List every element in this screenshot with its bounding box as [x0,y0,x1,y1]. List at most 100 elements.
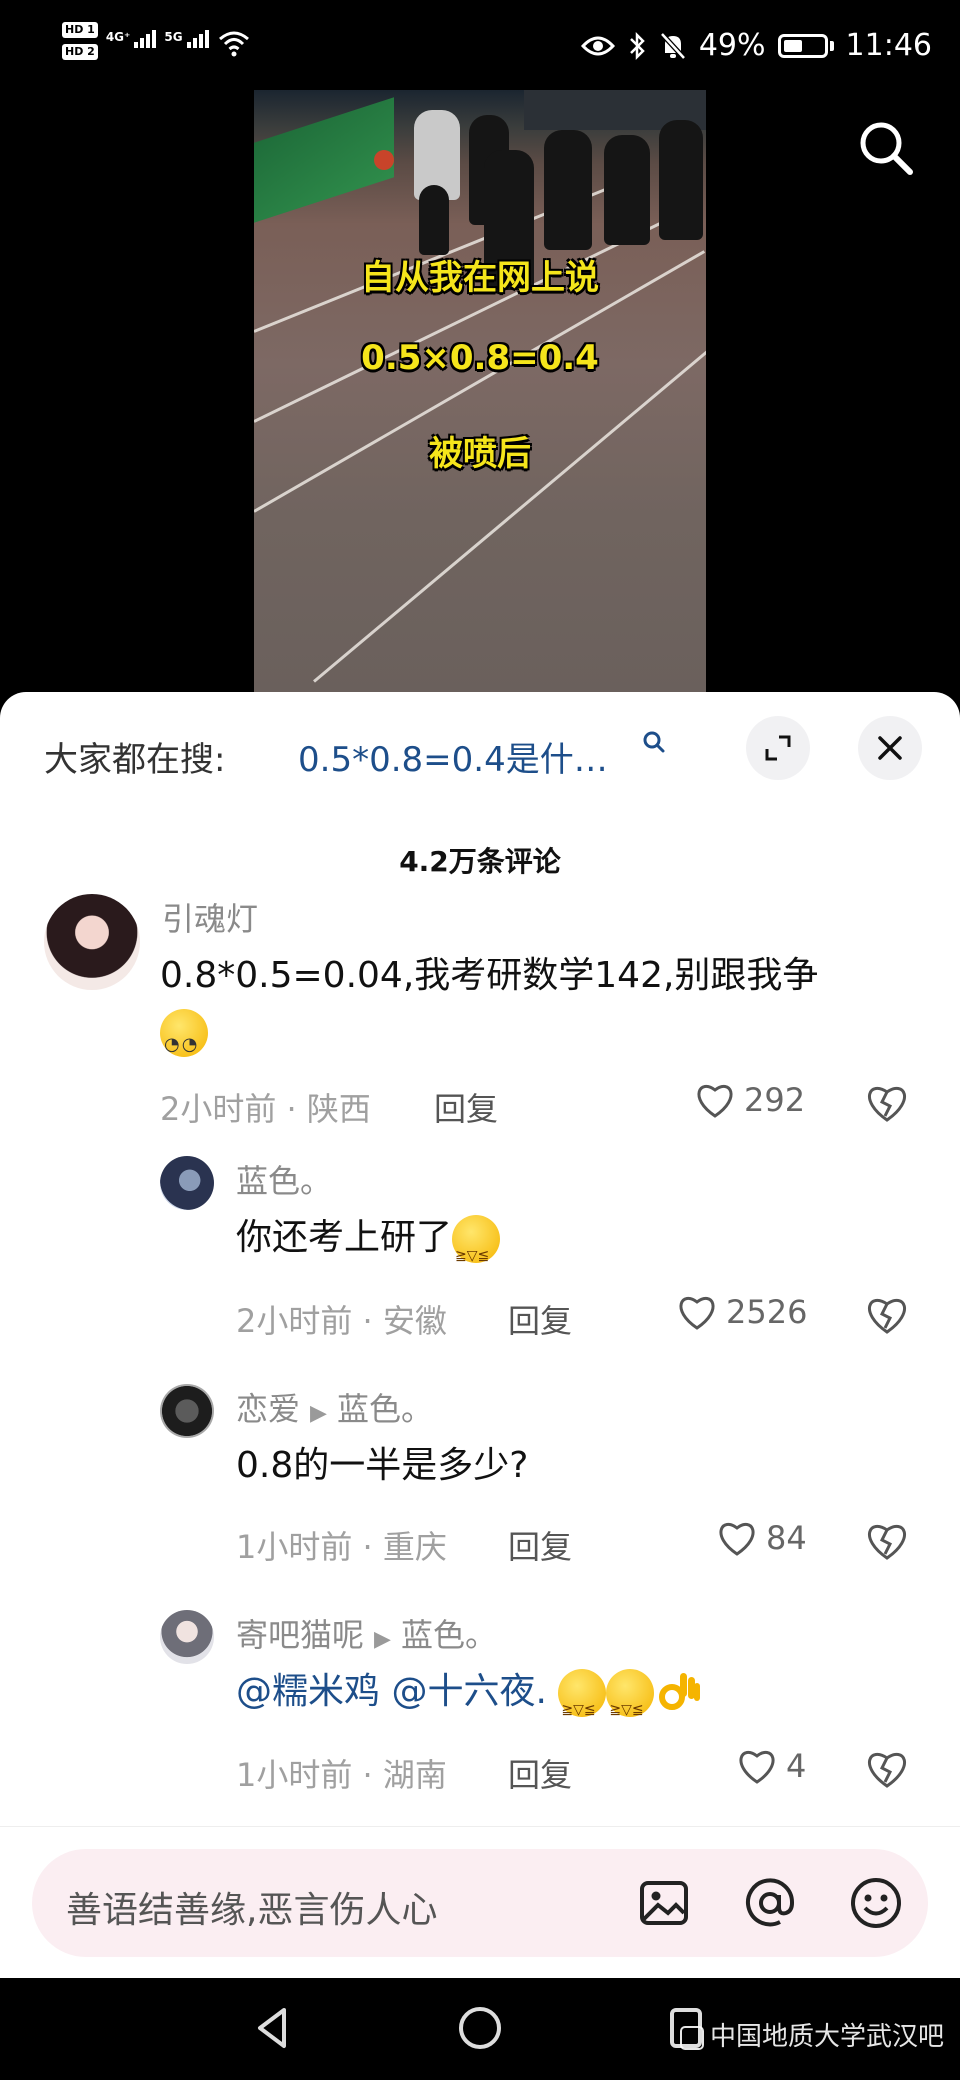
eye-icon [580,36,615,55]
search-suggest-query[interactable]: 0.5*0.8=0.4是什… [298,732,608,781]
watermark-text: 中国地质大学武汉吧 [709,2022,944,2052]
video-caption-2: 0.5×0.8=0.4 [361,338,599,378]
video-frame[interactable]: 自从我在网上说 0.5×0.8=0.4 被喷后 [254,90,706,700]
heart-icon [679,1296,715,1330]
battery-percent: 49% [698,28,766,63]
comment-text: @糯米鸡 @十六夜. [236,1664,916,1738]
comment-text-content: 你还考上研了 [236,1217,453,1258]
reply-arrow-icon: ▶ [310,1401,327,1426]
avatar[interactable] [160,1384,214,1438]
author-name: 寄吧猫呢 [236,1616,365,1654]
like-button[interactable]: 292 [694,1080,805,1120]
comment-author[interactable]: 引魂灯 [162,894,258,940]
heart-icon [697,1084,733,1118]
network-type-1: 4G⁺ [105,30,131,44]
football-field [254,97,394,223]
back-icon[interactable] [246,2000,302,2056]
laugh-cry-emoji-icon [558,1669,607,1738]
reply-to-name: 蓝色。 [400,1616,497,1654]
video-caption-3: 被喷后 [429,434,531,474]
comment-meta: 1小时前 · 湖南 [236,1756,447,1794]
close-icon [878,736,902,760]
comment-meta: 1小时前 · 重庆 [236,1528,447,1566]
like-count: 84 [766,1519,807,1557]
close-button[interactable] [858,716,922,780]
reply-button[interactable]: 回复 [508,1750,572,1796]
reply-button[interactable]: 回复 [508,1522,572,1568]
runner [544,130,592,250]
comment-input[interactable]: 善语结善缘,恶言伤人心 [32,1849,928,1957]
reply-arrow-icon: ▶ [374,1627,391,1652]
search-suggest-label: 大家都在搜: [44,740,226,780]
status-icons: 49% 11:46 [580,28,932,63]
laugh-cry-emoji-icon [606,1669,655,1738]
battery-icon [777,33,828,58]
avatar[interactable] [44,894,140,990]
author-name: 恋爱 [236,1390,301,1428]
comment-author[interactable]: 寄吧猫呢 ▶ 蓝色。 [236,1610,497,1656]
signal-indicators: HD 1 HD 2 4G⁺ 5G [62,22,251,60]
smile-emoji-icon [160,1009,208,1073]
comment-author[interactable]: 恋爱 ▶ 蓝色。 [236,1384,433,1430]
expand-icon [765,735,791,761]
comment-mentions[interactable]: @糯米鸡 @十六夜. [236,1671,547,1712]
like-button[interactable]: 2526 [676,1292,807,1332]
like-count: 292 [744,1081,806,1119]
heart-icon [719,1522,755,1556]
signal-1-icon: 4G⁺ [106,30,157,48]
comment-text: 你还考上研了 [236,1210,916,1284]
comment-text-content: 0.8*0.5=0.04,我考研数学142,别跟我争 [160,955,819,996]
runner [659,120,703,240]
status-bar: HD 1 HD 2 4G⁺ 5G 49% 11:46 [0,0,960,90]
search-icon[interactable] [856,118,916,178]
runner [419,185,449,255]
hd2-badge: HD 2 [62,44,98,60]
expand-button[interactable] [746,716,810,780]
broken-heart-icon[interactable] [864,1520,910,1562]
broken-heart-icon[interactable] [864,1082,910,1124]
like-count: 4 [786,1747,807,1785]
watermark: 中国地质大学武汉吧 [679,2016,944,2053]
search-suggest-icon[interactable] [640,728,668,756]
heart-icon [739,1750,775,1784]
broken-heart-icon[interactable] [864,1294,910,1336]
comment-meta: 2小时前 · 陕西 [160,1090,371,1128]
image-icon[interactable] [636,1875,692,1931]
comment-text: 0.8的一半是多少? [236,1445,529,1486]
runner [604,135,650,245]
mention-icon[interactable] [742,1875,798,1931]
lane-line [313,346,706,683]
comment-input-placeholder: 善语结善缘,恶言伤人心 [66,1890,438,1931]
laugh-cry-emoji-icon [452,1215,501,1284]
home-icon[interactable] [452,2000,508,2056]
comment-text: 0.8*0.5=0.04,我考研数学142,别跟我争 [160,948,920,1073]
clock: 11:46 [845,28,932,63]
reply-button[interactable]: 回复 [434,1084,498,1130]
signal-2-icon: 5G [164,30,209,48]
like-button[interactable]: 84 [716,1518,807,1558]
ball [374,150,394,170]
hd1-badge: HD 1 [62,22,98,38]
comment-meta: 2小时前 · 安徽 [236,1302,447,1340]
network-type-2: 5G [164,30,183,44]
comment-input-bar: 善语结善缘,恶言伤人心 [0,1826,960,1978]
like-count: 2526 [726,1293,808,1331]
comment-count: 4.2万条评论 [399,845,561,878]
comment-author[interactable]: 蓝色。 [236,1156,332,1202]
avatar[interactable] [160,1156,214,1210]
bluetooth-icon [629,31,645,60]
system-nav-bar: 中国地质大学武汉吧 [0,1978,960,2080]
avatar[interactable] [160,1610,214,1664]
wifi-icon [218,31,249,57]
broken-heart-icon[interactable] [864,1748,910,1790]
reply-button[interactable]: 回复 [508,1296,572,1342]
like-button[interactable]: 4 [736,1746,806,1786]
video-caption-1: 自从我在网上说 [361,258,599,298]
ok-hand-emoji-icon [659,1673,701,1710]
watermark-logo-icon [679,2025,704,2050]
reply-to-name: 蓝色。 [336,1390,433,1428]
comments-sheet: 大家都在搜: 0.5*0.8=0.4是什… 4.2万条评论 引魂灯 0.8*0.… [0,692,960,1978]
video-area[interactable]: 自从我在网上说 0.5×0.8=0.4 被喷后 [0,90,960,700]
mute-bell-icon [660,31,686,60]
emoji-icon[interactable] [848,1875,904,1931]
